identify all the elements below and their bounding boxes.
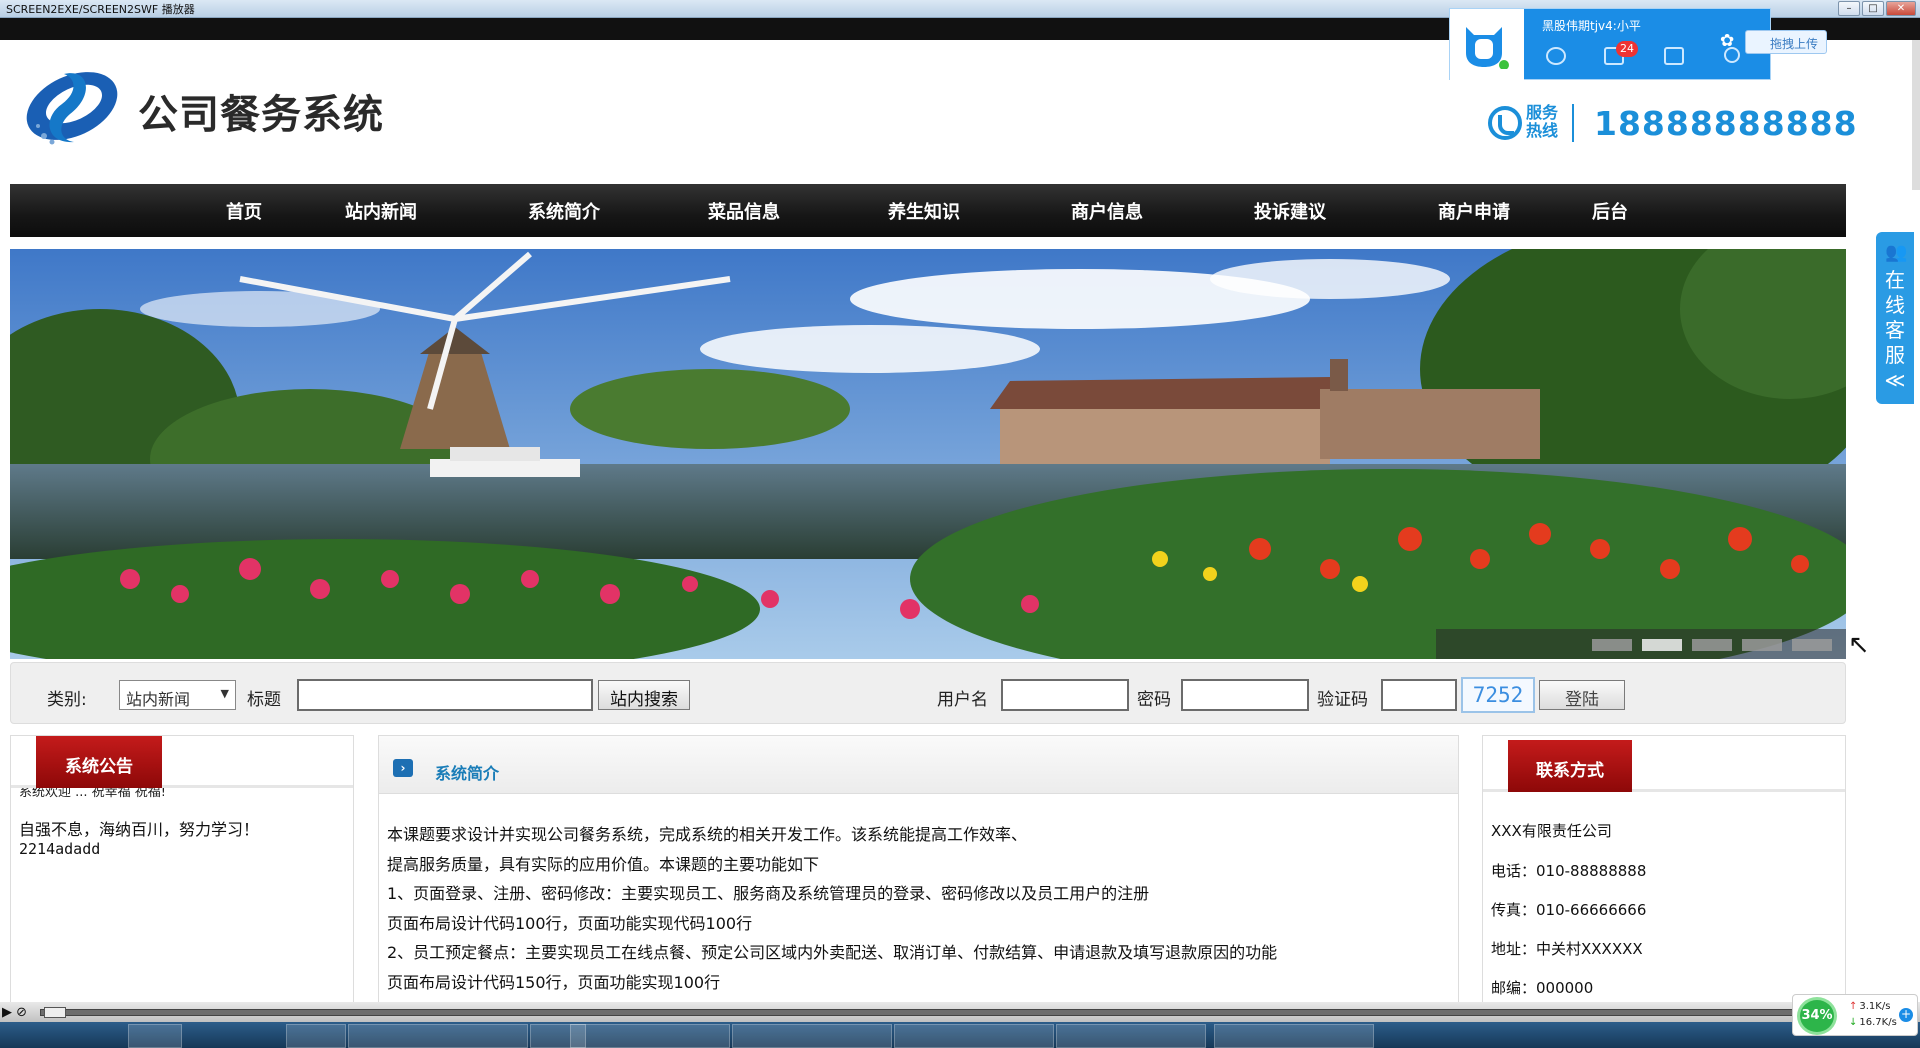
slide-dot[interactable] bbox=[1692, 639, 1732, 651]
playback-thumb[interactable] bbox=[44, 1007, 66, 1018]
contact-postcode: 邮编：000000 bbox=[1491, 979, 1594, 997]
contact-fax: 传真：010-66666666 bbox=[1491, 901, 1647, 919]
intro-title[interactable]: 系统简介 bbox=[435, 760, 499, 784]
category-select[interactable]: 站内新闻 bbox=[119, 680, 236, 710]
window-title: SCREEN2EXE/SCREEN2SWF 播放器 bbox=[6, 3, 195, 16]
player-control-bar: ▶ ⊘ bbox=[0, 1002, 1920, 1024]
online-service-label: 在线客服 bbox=[1885, 268, 1905, 367]
logo-icon[interactable] bbox=[20, 56, 124, 150]
intro-line: 页面布局设计代码100行，页面功能实现代码100行 bbox=[387, 913, 753, 933]
login-button[interactable]: 登陆 bbox=[1539, 680, 1625, 710]
taskbar-button[interactable] bbox=[1056, 1024, 1206, 1048]
intro-line: 本课题要求设计并实现公司餐务系统，完成系统的相关开发工作。该系统能提高工作效率、 bbox=[387, 825, 1028, 844]
taskbar-button[interactable] bbox=[128, 1024, 182, 1048]
taskbar-button[interactable] bbox=[732, 1024, 892, 1048]
slide-dot[interactable] bbox=[1792, 639, 1832, 651]
announcement-line: 自强不息，海纳百川，努力学习！ bbox=[19, 820, 260, 839]
announcement-line: 2214adadd bbox=[19, 840, 101, 858]
nav-merchant-apply[interactable]: 商户申请 bbox=[1438, 198, 1510, 224]
avatar[interactable] bbox=[1458, 17, 1510, 69]
calendar-icon[interactable] bbox=[1664, 47, 1684, 65]
play-icon[interactable]: ▶ ⊘ bbox=[2, 1005, 27, 1020]
intro-line: 页面布局设计代码150行，页面功能实现100行 bbox=[387, 972, 721, 992]
plus-icon[interactable]: + bbox=[1899, 1008, 1913, 1022]
mouse-cursor-icon: ↖ bbox=[1848, 630, 1870, 660]
intro-line: 2、员工预定餐点：主要实现员工在线点餐、预定公司区域内外卖配送、取消订单、付款结… bbox=[387, 943, 1278, 962]
intro-line: 提高服务质量，具有实际的应用价值。本课题的主要功能如下 bbox=[387, 854, 820, 874]
upload-speed: 3.1K/s bbox=[1849, 1001, 1890, 1012]
online-service-tab[interactable]: 👥 在线客服 ≪ bbox=[1876, 232, 1914, 404]
title-search-input[interactable] bbox=[297, 679, 593, 711]
taskbar-button[interactable] bbox=[1214, 1024, 1374, 1048]
taskbar-button[interactable] bbox=[286, 1024, 346, 1048]
announcement-tab[interactable]: 系统公告 bbox=[36, 736, 162, 788]
mail-badge: 24 bbox=[1616, 41, 1638, 57]
minimize-button[interactable]: – bbox=[1838, 1, 1860, 16]
intro-body: 本课题要求设计并实现公司餐务系统，完成系统的相关开发工作。该系统能提高工作效率、… bbox=[387, 820, 1277, 997]
intro-panel: › 系统简介 本课题要求设计并实现公司餐务系统，完成系统的相关开发工作。该系统能… bbox=[378, 735, 1459, 1005]
phone-icon bbox=[1488, 106, 1522, 140]
nav-complaints[interactable]: 投诉建议 bbox=[1254, 198, 1326, 224]
qq-popup[interactable]: 黑股伟期tjv4:小平 24 拖拽上传 bbox=[1449, 8, 1827, 81]
captcha-label: 验证码 bbox=[1317, 690, 1368, 710]
service-hotline: 服务热线 18888888888 bbox=[1484, 102, 1857, 144]
site-logo-text: 公司餐务系统 bbox=[138, 92, 384, 138]
upload-button[interactable]: 拖拽上传 bbox=[1720, 30, 1827, 54]
site-search-button[interactable]: 站内搜索 bbox=[598, 680, 690, 710]
nav-health-knowledge[interactable]: 养生知识 bbox=[888, 198, 960, 224]
username-label: 用户名 bbox=[937, 690, 988, 710]
category-label: 类别: bbox=[47, 690, 87, 710]
users-icon: 👥 bbox=[1885, 242, 1908, 263]
search-login-bar: 类别: 站内新闻 标题 站内搜索 用户名 密码 验证码 7252 登陆 bbox=[10, 662, 1846, 724]
nav-home[interactable]: 首页 bbox=[226, 198, 262, 224]
playback-track[interactable] bbox=[40, 1009, 1910, 1016]
collapse-icon[interactable]: ≪ bbox=[1876, 368, 1914, 393]
slide-dot[interactable] bbox=[1592, 639, 1632, 651]
password-input[interactable] bbox=[1181, 679, 1309, 711]
slide-dot[interactable] bbox=[1742, 639, 1782, 651]
nav-admin[interactable]: 后台 bbox=[1592, 198, 1628, 224]
password-label: 密码 bbox=[1137, 690, 1171, 710]
nav-dish-info[interactable]: 菜品信息 bbox=[708, 198, 780, 224]
taskbar-button[interactable] bbox=[348, 1024, 528, 1048]
intro-header: › 系统简介 bbox=[379, 736, 1458, 794]
page-scrollbar[interactable] bbox=[1912, 40, 1920, 190]
download-speed: 16.7K/s bbox=[1849, 1017, 1896, 1028]
history-icon[interactable] bbox=[1546, 47, 1566, 65]
maximize-button[interactable]: □ bbox=[1862, 1, 1884, 16]
screen: SCREEN2EXE/SCREEN2SWF 播放器 – □ ✕ 公司餐务系统 服… bbox=[0, 0, 1920, 1048]
username-input[interactable] bbox=[1001, 679, 1129, 711]
contact-panel: 联系方式 XXX有限责任公司 电话：010-88888888 传真：010-66… bbox=[1482, 735, 1846, 1005]
contact-phone: 电话：010-88888888 bbox=[1491, 862, 1647, 880]
hotline-divider bbox=[1572, 104, 1574, 142]
contact-company: XXX有限责任公司 bbox=[1491, 822, 1612, 840]
usage-percent: 34% bbox=[1797, 997, 1837, 1035]
network-meter[interactable]: 34% 3.1K/s 16.7K/s + bbox=[1792, 994, 1918, 1036]
qq-nickname: 黑股伟期tjv4:小平 bbox=[1542, 19, 1641, 33]
slide-indicators bbox=[1592, 639, 1832, 651]
close-button[interactable]: ✕ bbox=[1886, 1, 1916, 16]
contact-address: 地址：中关村XXXXXX bbox=[1491, 940, 1643, 958]
intro-line: 1、页面登录、注册、密码修改：主要实现员工、服务商及系统管理员的登录、密码修改以… bbox=[387, 884, 1150, 903]
slide-dot-active[interactable] bbox=[1642, 639, 1682, 651]
hotline-label: 服务热线 bbox=[1526, 103, 1559, 140]
arrow-right-icon: › bbox=[393, 759, 413, 777]
banner-image bbox=[10, 249, 1846, 659]
main-nav: 首页 站内新闻 系统简介 菜品信息 养生知识 商户信息 投诉建议 商户申请 后台 bbox=[10, 184, 1846, 237]
nav-system-intro[interactable]: 系统简介 bbox=[528, 198, 600, 224]
contact-tab[interactable]: 联系方式 bbox=[1508, 740, 1632, 792]
nav-merchant-info[interactable]: 商户信息 bbox=[1071, 198, 1143, 224]
captcha-image[interactable]: 7252 bbox=[1461, 677, 1535, 713]
nav-site-news[interactable]: 站内新闻 bbox=[345, 198, 417, 224]
taskbar-button[interactable] bbox=[894, 1024, 1054, 1048]
taskbar-button[interactable] bbox=[570, 1024, 730, 1048]
title-label: 标题 bbox=[247, 690, 281, 710]
captcha-input[interactable] bbox=[1381, 679, 1457, 711]
banner-slideshow[interactable] bbox=[10, 249, 1846, 659]
announcement-panel: 系统公告 系统欢迎 ... 祝幸福 祝福! 自强不息，海纳百川，努力学习！ 22… bbox=[10, 735, 354, 1005]
scrolling-cut-text: 系统欢迎 ... 祝幸福 祝福! bbox=[19, 788, 167, 798]
hotline-number: 18888888888 bbox=[1594, 104, 1858, 143]
taskbar bbox=[0, 1022, 1920, 1048]
